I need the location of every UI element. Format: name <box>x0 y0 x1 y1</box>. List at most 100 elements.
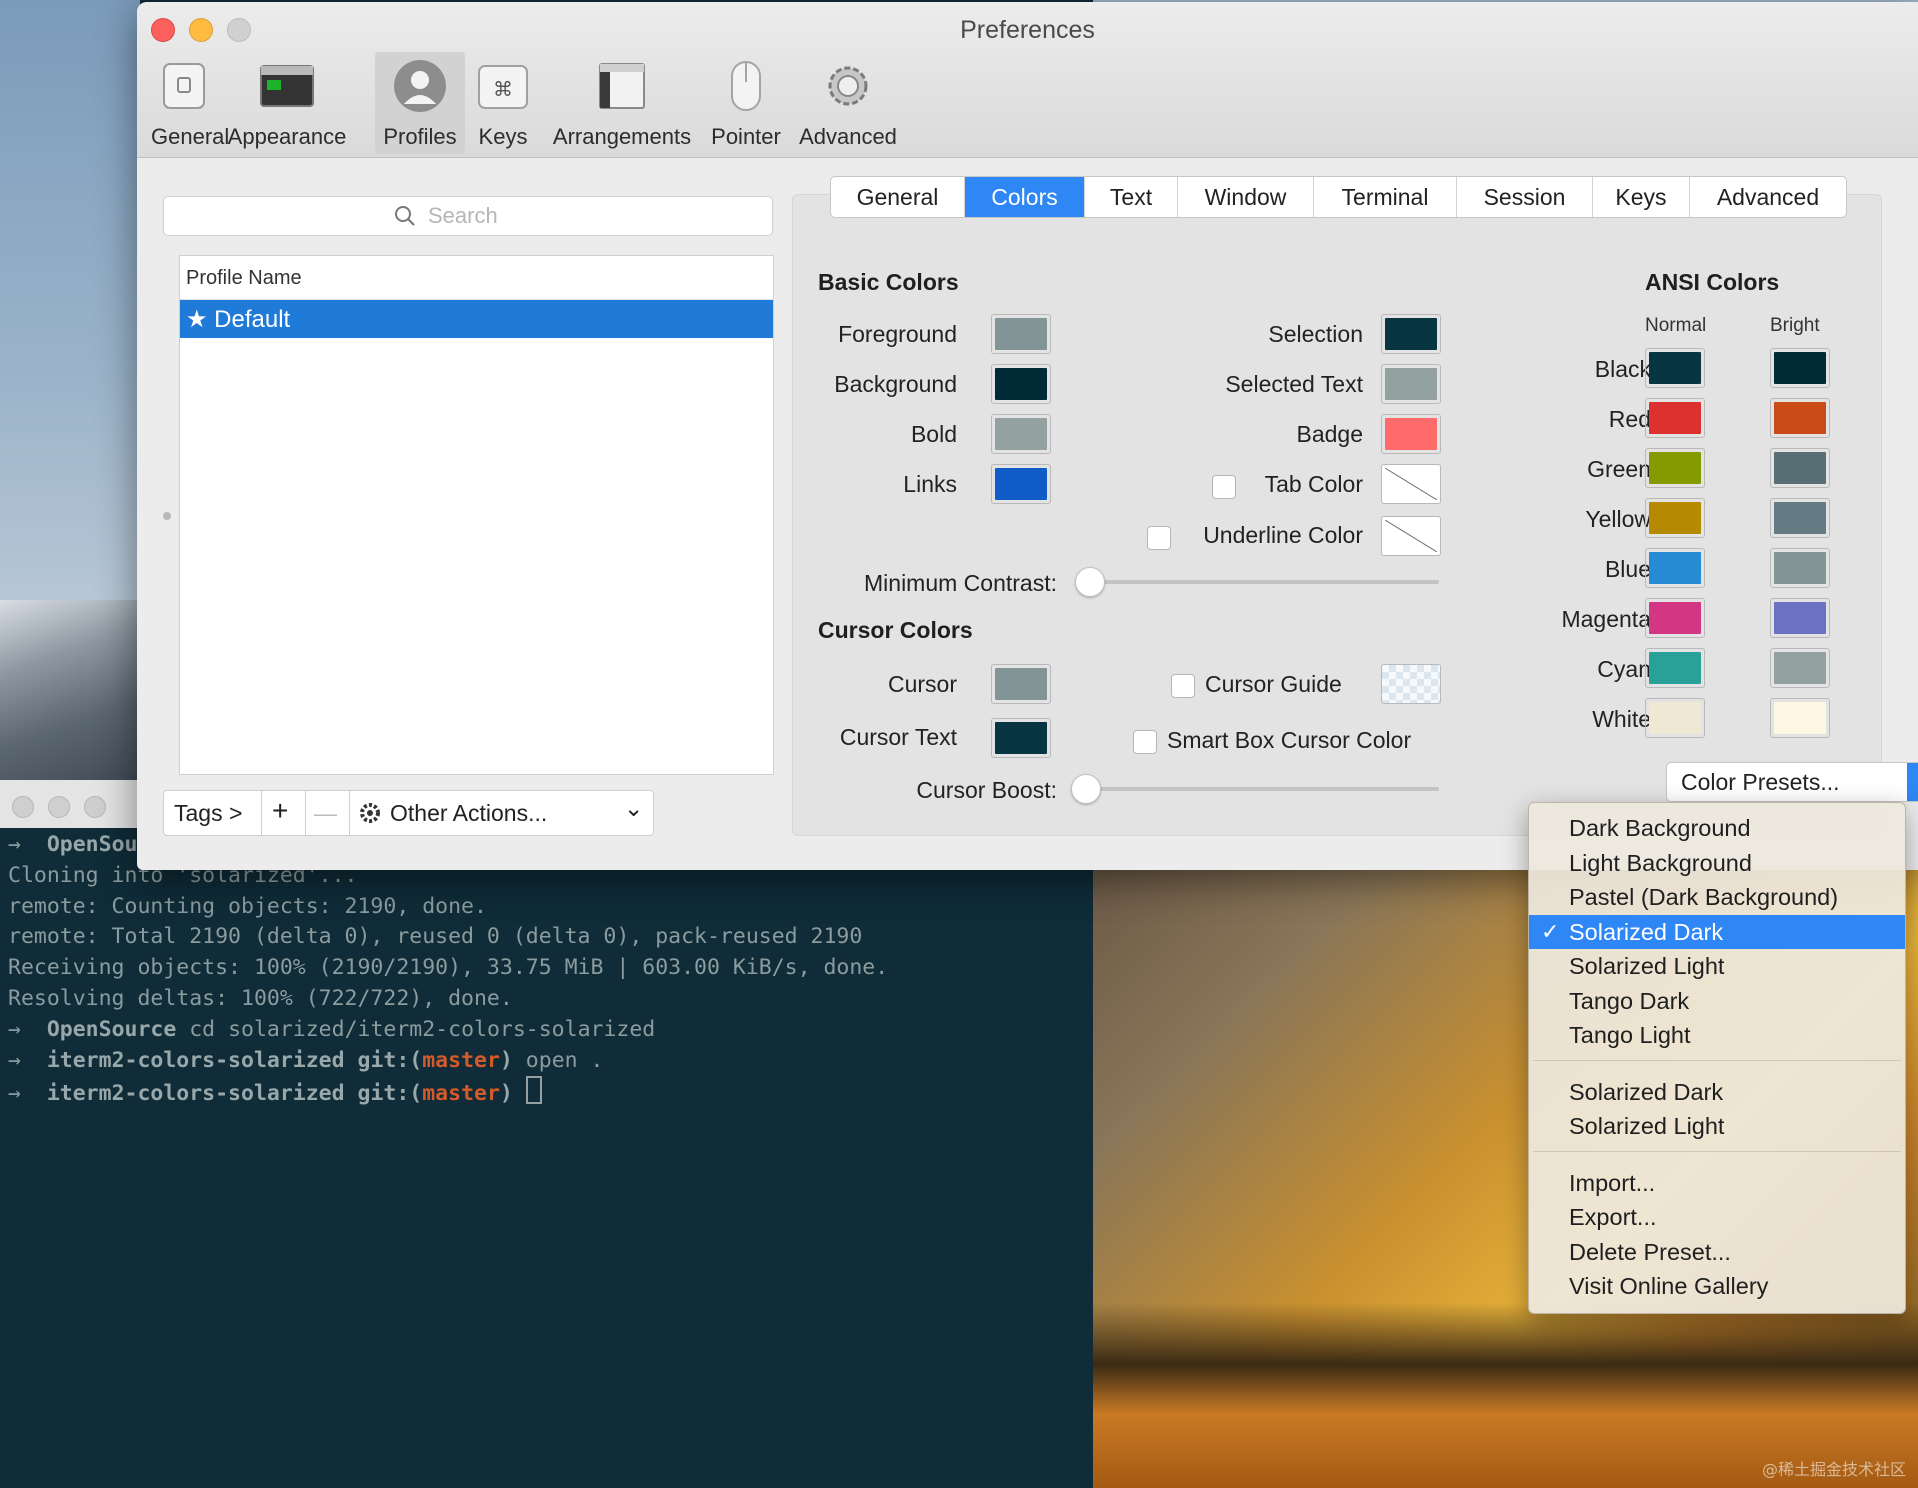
tab-keys[interactable]: Keys <box>1593 177 1690 217</box>
menu-item-export[interactable]: Export... <box>1529 1200 1905 1234</box>
ansi-blue-normal-color-well[interactable] <box>1645 548 1705 588</box>
cursor-guide-color-well[interactable] <box>1381 664 1441 704</box>
menu-item-label: Visit Online Gallery <box>1569 1273 1769 1299</box>
color-presets-dropdown[interactable]: Color Presets... ⌄ <box>1666 762 1918 802</box>
tab-color-label: Tab Color <box>1264 471 1363 497</box>
menu-item-tango-light[interactable]: Tango Light <box>1529 1018 1905 1052</box>
tab-session[interactable]: Session <box>1457 177 1593 217</box>
cursor-boost-slider[interactable] <box>1085 787 1439 791</box>
menu-item-delete-preset[interactable]: Delete Preset... <box>1529 1235 1905 1269</box>
other-actions-dropdown[interactable]: Other Actions... ⌄ <box>350 791 653 835</box>
tab-text[interactable]: Text <box>1085 177 1178 217</box>
tab-colors[interactable]: Colors <box>965 177 1085 217</box>
menu-item-pastel-dark-background[interactable]: Pastel (Dark Background) <box>1529 880 1905 914</box>
menu-item-solarized-dark[interactable]: Solarized Dark <box>1529 1075 1905 1109</box>
profiles-icon <box>394 60 446 112</box>
cursor-color-well[interactable] <box>991 664 1051 704</box>
swatch-fill <box>995 318 1047 350</box>
swatch-fill <box>1649 352 1701 384</box>
toolbar-pointer[interactable]: Pointer <box>705 52 787 154</box>
links-label: Links <box>903 471 957 497</box>
links-color-well[interactable] <box>991 464 1051 504</box>
ansi-yellow-bright-color-well[interactable] <box>1770 498 1830 538</box>
profile-list[interactable]: Profile Name ★ Default <box>179 255 774 775</box>
badge-color-well[interactable] <box>1381 414 1441 454</box>
foreground-color-well[interactable] <box>991 314 1051 354</box>
tab-general[interactable]: General <box>831 177 965 217</box>
ansi-black-bright-color-well[interactable] <box>1770 348 1830 388</box>
tags-label: Tags > <box>174 800 243 826</box>
underline-color-checkbox[interactable] <box>1147 526 1171 550</box>
gear-icon <box>828 66 868 106</box>
menu-item-light-background[interactable]: Light Background <box>1529 846 1905 880</box>
ansi-black-normal-color-well[interactable] <box>1645 348 1705 388</box>
menu-item-dark-background[interactable]: Dark Background <box>1529 811 1905 845</box>
ansi-white-bright-color-well[interactable] <box>1770 698 1830 738</box>
minimum-contrast-slider[interactable] <box>1089 580 1439 584</box>
toolbar-advanced[interactable]: Advanced <box>796 52 900 154</box>
tab-window[interactable]: Window <box>1178 177 1314 217</box>
tags-button[interactable]: Tags > <box>164 791 262 835</box>
add-profile-button[interactable]: + <box>262 791 306 835</box>
preferences-window: Preferences General Appearance Profiles … <box>137 2 1918 870</box>
gear-icon <box>360 803 380 823</box>
swatch-fill <box>1774 502 1826 534</box>
cursor-colors-title: Cursor Colors <box>818 617 973 643</box>
ansi-magenta-bright-color-well[interactable] <box>1770 598 1830 638</box>
profile-actions-bar: Tags > + — Other Actions... ⌄ <box>163 790 654 836</box>
terminal-cursor <box>525 1076 542 1105</box>
smart-box-cursor-checkbox[interactable] <box>1133 730 1157 754</box>
selected-text-color-well[interactable] <box>1381 364 1441 404</box>
menu-item-tango-dark[interactable]: Tango Dark <box>1529 984 1905 1018</box>
swatch-fill <box>1649 602 1701 634</box>
tab-advanced[interactable]: Advanced <box>1690 177 1846 217</box>
swatch-fill <box>1649 652 1701 684</box>
other-actions-label: Other Actions... <box>390 800 548 826</box>
swatch-fill <box>1649 452 1701 484</box>
toolbar-profiles[interactable]: Profiles <box>375 52 465 154</box>
selection-color-well[interactable] <box>1381 314 1441 354</box>
ansi-red-normal-color-well[interactable] <box>1645 398 1705 438</box>
ansi-green-normal-color-well[interactable] <box>1645 448 1705 488</box>
toolbar-label: Pointer <box>711 124 781 149</box>
tab-color-checkbox[interactable] <box>1212 475 1236 499</box>
menu-item-visit-online-gallery[interactable]: Visit Online Gallery <box>1529 1269 1905 1303</box>
minimum-contrast-knob[interactable] <box>1075 567 1105 597</box>
menu-item-solarized-dark[interactable]: ✓ Solarized Dark <box>1529 914 1905 949</box>
profile-name: ★ Default <box>186 306 291 333</box>
menu-item-solarized-light[interactable]: Solarized Light <box>1529 949 1905 983</box>
cursor-text-color-well[interactable] <box>991 718 1051 758</box>
ansi-magenta-normal-color-well[interactable] <box>1645 598 1705 638</box>
menu-item-import[interactable]: Import... <box>1529 1166 1905 1200</box>
terminal-close-button[interactable] <box>12 796 34 818</box>
split-view-handle[interactable] <box>163 512 171 520</box>
menu-item-solarized-light[interactable]: Solarized Light <box>1529 1109 1905 1143</box>
toolbar-arrangements[interactable]: Arrangements <box>551 52 693 154</box>
profile-search-input[interactable]: Search <box>163 196 773 236</box>
ansi-yellow-normal-color-well[interactable] <box>1645 498 1705 538</box>
column-header-profile-name[interactable]: Profile Name <box>180 256 773 300</box>
ansi-blue-bright-color-well[interactable] <box>1770 548 1830 588</box>
bold-color-well[interactable] <box>991 414 1051 454</box>
ansi-cyan-normal-color-well[interactable] <box>1645 648 1705 688</box>
background-color-well[interactable] <box>991 364 1051 404</box>
terminal-minimize-button[interactable] <box>48 796 70 818</box>
tab-color-well[interactable] <box>1381 464 1441 504</box>
swatch-fill <box>1649 402 1701 434</box>
terminal-window[interactable]: → OpenSou Cloning into 'solarized'... remo… <box>0 780 1093 1488</box>
toolbar-appearance[interactable]: Appearance <box>224 52 350 154</box>
cursor-guide-checkbox[interactable] <box>1171 674 1195 698</box>
terminal-output[interactable]: → OpenSou Cloning into 'solarized'... remo… <box>8 830 888 1110</box>
underline-color-well[interactable] <box>1381 516 1441 556</box>
ansi-green-bright-color-well[interactable] <box>1770 448 1830 488</box>
ansi-cyan-bright-color-well[interactable] <box>1770 648 1830 688</box>
profile-row-default[interactable]: ★ Default <box>180 300 773 338</box>
toolbar-general[interactable]: General <box>151 52 229 154</box>
tab-terminal[interactable]: Terminal <box>1314 177 1457 217</box>
cursor-boost-knob[interactable] <box>1071 774 1101 804</box>
toolbar-keys[interactable]: ⌘ Keys <box>473 52 533 154</box>
ansi-white-normal-color-well[interactable] <box>1645 698 1705 738</box>
remove-profile-button[interactable]: — <box>306 791 350 835</box>
terminal-zoom-button[interactable] <box>84 796 106 818</box>
ansi-red-bright-color-well[interactable] <box>1770 398 1830 438</box>
